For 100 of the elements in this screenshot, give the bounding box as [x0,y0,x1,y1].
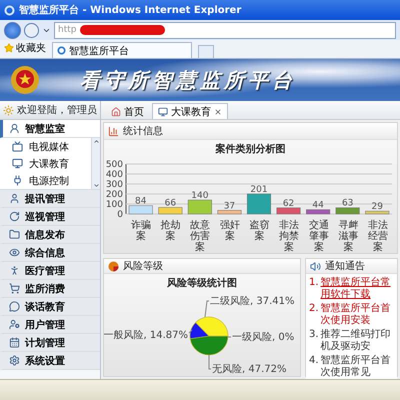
sidebar-group[interactable]: 用户管理 [0,316,100,334]
eye-icon [9,247,20,258]
sidebar-group[interactable]: 计划管理 [0,334,100,352]
cart-icon [9,283,20,294]
value-label: 63 [342,198,354,209]
close-icon[interactable] [214,108,222,116]
sidebar-group[interactable]: 智慧监室 [0,120,100,138]
banner-title: 看守所智慧监所平台 [80,66,296,94]
sidebar-group[interactable]: 医疗管理 [0,262,100,280]
refresh-icon [9,211,20,222]
page-tab[interactable]: 大课教育 [152,103,228,119]
sidebar-group[interactable]: 提讯管理 [0,190,100,208]
user-gear-icon [9,319,20,330]
sidebar-item[interactable]: 电视媒体 [0,138,91,155]
leader-line [204,300,210,318]
favorites-button[interactable]: 收藏夹 [4,41,46,58]
greeting-text: 欢迎登陆，管理员 [17,104,97,117]
panel-title: 风险等级 [123,260,163,273]
bar [276,208,301,214]
bar [217,210,242,214]
leader-line [228,336,232,338]
chevron-up-icon[interactable] [92,138,100,145]
tv-icon [12,141,23,152]
chart-title: 案件类别分析图 [214,142,286,156]
bar-chart-icon [108,126,119,136]
pie-label: 一级风险, 0% [232,332,294,343]
notice-link[interactable]: 推荐二维码打印机及驱动安 [320,329,394,352]
category-label: 盗窃案 [248,220,270,244]
y-tick-label: 300 [106,180,124,190]
pie-label: 一般风险, 14.87% [104,330,188,341]
category-label: 诈骗案 [130,220,152,244]
notice-number: 1. [309,277,319,290]
y-axis: 0 100 200 300 400 500 [106,160,126,220]
y-tick-label: 0 [117,210,124,220]
panel-title: 统计信息 [123,124,163,138]
page-tab[interactable]: 首页 [105,103,150,119]
person-icon [9,193,20,204]
plug-icon [12,175,23,186]
sidebar-group[interactable]: 巡视管理 [0,208,100,226]
leader-line [208,354,212,370]
value-label: 62 [282,198,294,209]
sidebar-group[interactable]: 谈话教育 [0,298,100,316]
notice-link[interactable]: 智慧监所平台常用软件下载 [320,277,394,300]
sidebar-group[interactable]: 监所消费 [0,280,100,298]
browser-logo-icon [4,4,15,16]
window-title: 智慧监所平台 - Windows Internet Explorer [19,4,242,17]
category-label: 强奸案 [218,220,241,244]
y-tick-label: 200 [106,190,124,200]
scrollbar[interactable] [91,138,100,189]
category-label: 非法拘禁案 [278,220,300,253]
sidebar-group[interactable]: 综合信息 [0,244,100,262]
emblem-icon [10,65,40,95]
value-label: 201 [250,184,268,195]
y-tick-label: 400 [106,170,124,180]
notice-link[interactable]: 智慧监所平台首次使用安装 [320,303,394,326]
pie-label: 无风险, 47.72% [212,364,286,375]
sidebar-item[interactable]: 电源控制 [0,172,91,189]
monitor-icon [12,158,23,169]
settings-icon [9,355,20,366]
value-label: 44 [312,200,324,211]
category-label: 故意伤害案 [189,220,212,253]
browser-logo-icon [57,46,66,55]
back-button[interactable] [4,22,21,38]
value-label: 29 [372,202,383,212]
value-label: 66 [164,198,176,208]
notice-number: 4. [309,355,319,368]
bar [246,194,272,214]
category-label: 寻衅滋事案 [337,220,360,253]
sidebar-group[interactable]: 信息发布 [0,226,100,244]
standing-person-icon [9,265,20,276]
notice-number: 2. [309,303,319,316]
bar [158,207,182,214]
y-tick-label: 100 [106,200,124,210]
panel-title: 通知通告 [325,260,365,273]
pie-icon [108,260,119,272]
notice-link[interactable]: 智慧监所平台首次使用常见 [320,355,394,378]
category-label: 交通肇事案 [308,220,330,253]
sidebar-item[interactable]: 大课教育 [0,155,91,172]
leader-line [188,330,192,334]
category-label: 非法经营案 [367,220,390,253]
notice-number: 3. [309,329,319,342]
calendar-icon [9,337,20,348]
star-icon [4,43,14,53]
bar [365,210,390,214]
value-label: 84 [135,196,146,207]
chat-bubble-icon [9,301,20,312]
monitor-icon [158,106,168,116]
person-icon [9,123,20,134]
bar [306,209,330,214]
speaker-icon [310,260,321,272]
category-label: 抢劫案 [159,220,182,244]
bar [188,200,212,214]
y-tick-label: 500 [106,160,124,170]
sidebar-group[interactable]: 系统设置 [0,352,100,370]
chevron-down-icon[interactable] [92,182,100,189]
browser-tab[interactable]: 智慧监所平台 [52,42,192,58]
bar [128,205,153,214]
chart-title: 风险等级统计图 [166,276,238,290]
sun-icon [3,104,14,116]
value-label: 37 [224,201,236,212]
